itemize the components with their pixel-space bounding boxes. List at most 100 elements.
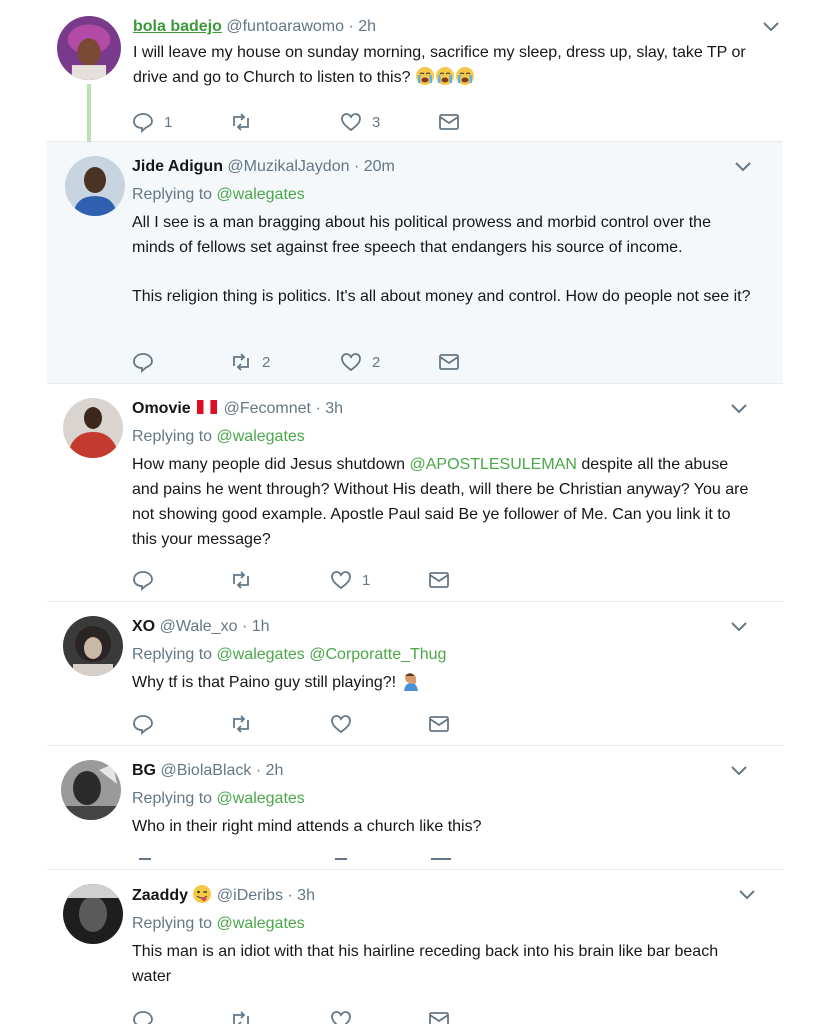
retweet-button[interactable]: 2 <box>230 351 340 373</box>
person-facepalming-emoji <box>403 673 418 691</box>
tweet[interactable]: XO @Wale_xo · 1h Replying to @walegates … <box>47 602 783 746</box>
reply-icon <box>133 353 153 373</box>
peru-flag-emoji <box>197 400 218 414</box>
tweet[interactable]: Jide Adigun @MuzikalJaydon · 20m Replyin… <box>47 142 783 384</box>
user-handle[interactable]: @MuzikalJaydon <box>227 158 349 175</box>
tweet-text: Why tf is that Paino guy still playing?! <box>132 670 753 695</box>
avatar[interactable] <box>61 760 121 820</box>
tweet[interactable]: Zaaddy @iDeribs · 3h Replying to @walega… <box>47 870 783 1024</box>
reply-label: Replying to <box>132 186 213 203</box>
user-name[interactable]: bola badejo <box>133 18 222 35</box>
mention-link[interactable]: @walegates <box>217 428 305 445</box>
avatar[interactable] <box>63 398 123 458</box>
user-handle[interactable]: @BiolaBlack <box>160 762 251 779</box>
chevron-down-icon[interactable] <box>731 622 747 632</box>
tweet-text: I will leave my house on sunday morning,… <box>133 40 753 90</box>
chevron-down-icon[interactable] <box>763 22 779 32</box>
reply-context: Replying to @walegates <box>132 184 753 206</box>
user-handle[interactable]: @iDeribs <box>217 887 283 904</box>
reply-button[interactable] <box>132 713 230 735</box>
reply-icon <box>133 1011 153 1024</box>
timestamp[interactable]: · 3h <box>287 887 315 904</box>
like-button[interactable]: 3 <box>340 111 438 133</box>
message-button[interactable] <box>438 351 536 373</box>
tweet-actions: 1 <box>132 568 526 592</box>
user-handle[interactable]: @Fecomnet <box>224 400 311 417</box>
timestamp[interactable]: · 20m <box>354 158 395 175</box>
avatar[interactable] <box>65 156 125 216</box>
like-button[interactable] <box>330 713 428 735</box>
chevron-down-icon[interactable] <box>731 404 747 414</box>
message-button[interactable] <box>438 111 536 133</box>
like-button[interactable]: 2 <box>340 351 438 373</box>
chevron-down-icon[interactable] <box>735 162 751 172</box>
reply-context: Replying to @walegates <box>132 788 753 810</box>
avatar[interactable] <box>57 16 121 80</box>
reply-context: Replying to @walegates <box>132 913 753 935</box>
message-button[interactable] <box>428 569 526 591</box>
timestamp[interactable]: · 1h <box>242 618 270 635</box>
tweet-text-line: Who in their right mind attends a church… <box>132 818 482 835</box>
user-handle[interactable]: @funtoarawomo <box>226 18 344 35</box>
like-count: 3 <box>372 113 381 131</box>
tweet[interactable]: BG @BiolaBlack · 2h Replying to @walegat… <box>47 746 783 870</box>
mention-link[interactable]: @walegates <box>217 915 305 932</box>
reply-icon <box>133 571 153 591</box>
reply-button[interactable] <box>132 351 230 373</box>
tweet[interactable]: bola badejo @funtoarawomo · 2h I will le… <box>47 0 783 142</box>
reply-icon <box>133 113 153 133</box>
mention-link[interactable]: @APOSTLESULEMAN <box>410 456 577 473</box>
tweet-text-part: How many people did Jesus shutdown <box>132 456 410 473</box>
user-name[interactable]: Zaaddy <box>132 887 188 904</box>
reply-button[interactable] <box>132 569 230 591</box>
like-button[interactable]: 1 <box>330 569 428 591</box>
tweet-actions: 2 2 <box>132 350 536 374</box>
mention-link[interactable]: @walegates <box>217 646 305 663</box>
chevron-down-icon[interactable] <box>731 766 747 776</box>
retweet-button[interactable] <box>230 713 330 735</box>
envelope-icon <box>429 572 449 588</box>
reply-button[interactable]: 1 <box>132 111 230 133</box>
like-button[interactable] <box>330 1009 428 1024</box>
retweet-icon <box>233 1011 249 1024</box>
message-button[interactable] <box>428 713 526 735</box>
user-name[interactable]: BG <box>132 762 156 779</box>
crying-face-emoji <box>415 67 475 86</box>
tweet[interactable]: Omovie @Fecomnet · 3h Replying to @waleg… <box>47 384 783 602</box>
reply-icon <box>133 715 153 735</box>
tweet-actions <box>132 1008 526 1024</box>
retweet-button[interactable] <box>230 569 330 591</box>
reply-label: Replying to <box>132 790 213 807</box>
timestamp[interactable]: · 3h <box>315 400 343 417</box>
timestamp[interactable]: · 2h <box>348 18 376 35</box>
reply-label: Replying to <box>132 915 213 932</box>
tweet-text: This man is an idiot with that his hairl… <box>132 939 753 989</box>
tweet-actions <box>132 712 526 736</box>
user-name[interactable]: Jide Adigun <box>132 158 223 175</box>
user-name[interactable]: XO <box>132 618 155 635</box>
retweet-button[interactable] <box>230 1009 330 1024</box>
tweet-text: How many people did Jesus shutdown @APOS… <box>132 452 753 552</box>
heart-icon <box>331 571 351 590</box>
mention-link[interactable]: @walegates <box>217 186 305 203</box>
tweet-text: All I see is a man bragging about his po… <box>132 210 753 309</box>
user-handle[interactable]: @Wale_xo <box>160 618 238 635</box>
chevron-down-icon[interactable] <box>739 890 755 900</box>
reply-context: Replying to @walegates @Corporatte_Thug <box>132 644 753 666</box>
mention-link[interactable]: @Corporatte_Thug <box>309 646 446 663</box>
retweet-button[interactable] <box>230 111 340 133</box>
tweet-paragraph: All I see is a man bragging about his po… <box>132 214 711 256</box>
reply-label: Replying to <box>132 428 213 445</box>
avatar[interactable] <box>63 884 123 944</box>
mention-link[interactable]: @walegates <box>217 790 305 807</box>
winking-tongue-face-emoji <box>193 885 212 903</box>
tweet-text-line: Why tf is that Paino guy still playing?! <box>132 674 397 691</box>
timestamp[interactable]: · 2h <box>256 762 284 779</box>
tweet-paragraph: This religion thing is politics. It's al… <box>132 288 751 305</box>
reply-button[interactable] <box>132 1009 230 1024</box>
envelope-icon <box>439 114 459 130</box>
avatar[interactable] <box>63 616 123 676</box>
envelope-icon <box>429 716 449 732</box>
message-button[interactable] <box>428 1009 526 1024</box>
user-name[interactable]: Omovie <box>132 400 191 417</box>
